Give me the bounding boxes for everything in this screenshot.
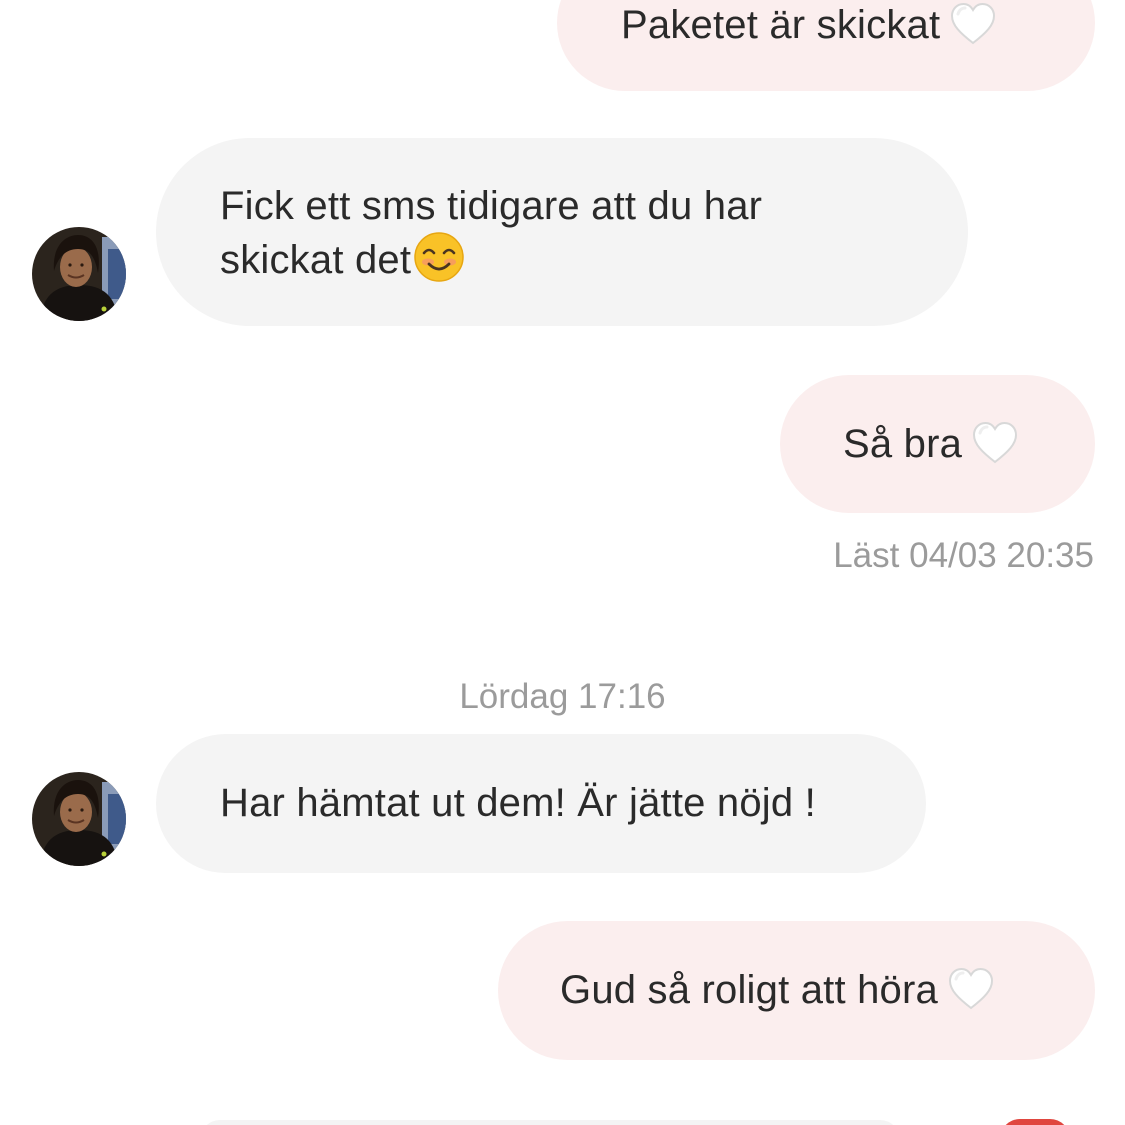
message-bubble-outgoing[interactable]: Gud så roligt att höra [498, 921, 1095, 1060]
white-heart-icon [950, 2, 996, 46]
day-separator: Lördag 17:16 [459, 677, 666, 716]
avatar-image [32, 772, 126, 866]
message-bubble-outgoing[interactable]: Så bra [780, 375, 1095, 513]
white-heart-icon [948, 967, 994, 1011]
avatar-image [32, 227, 126, 321]
message-bubble-incoming[interactable]: Har hämtat ut dem! Är jätte nöjd ! [156, 734, 926, 873]
message-text: Har hämtat ut dem! Är jätte nöjd ! [220, 781, 816, 825]
reaction-badge-partial [1000, 1119, 1070, 1125]
message-bubble-partial[interactable] [200, 1120, 900, 1125]
message-text: Gud så roligt att höra [560, 968, 938, 1012]
avatar[interactable] [32, 227, 126, 321]
message-bubble-incoming[interactable]: Fick ett sms tidigare att du har skickat… [156, 138, 968, 326]
message-text: Paketet är skickat [621, 3, 941, 47]
read-receipt: Läst 04/03 20:35 [833, 536, 1094, 575]
message-text: skickat det [220, 238, 412, 282]
message-bubble-outgoing[interactable]: Paketet är skickat [557, 0, 1095, 91]
message-text-line: skickat det [220, 231, 968, 285]
smiling-face-icon [413, 231, 465, 283]
message-text: Så bra [843, 422, 963, 466]
chat-thread: Paketet är skickat Fick ett sms tidigare… [0, 0, 1125, 1125]
avatar[interactable] [32, 772, 126, 866]
message-text-line: Fick ett sms tidigare att du har [220, 184, 763, 228]
white-heart-icon [972, 421, 1018, 465]
